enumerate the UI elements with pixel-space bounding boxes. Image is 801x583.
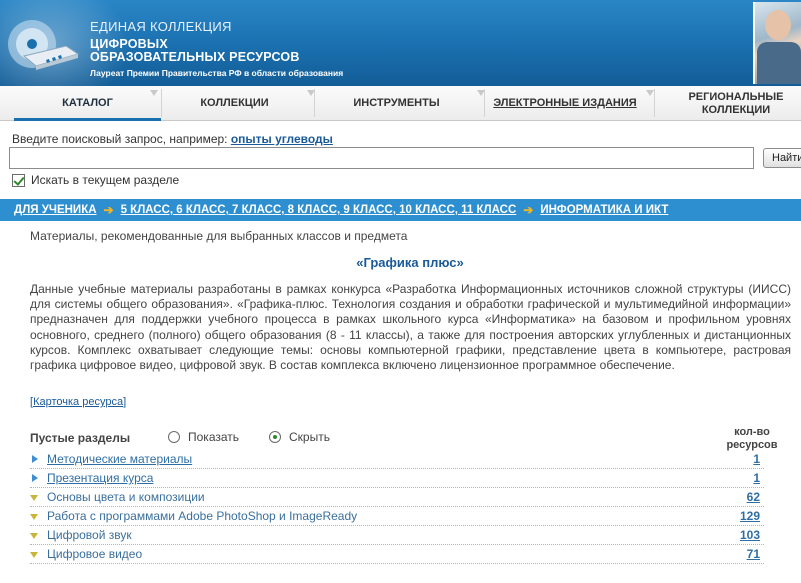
nav-collections-label: КОЛЛЕКЦИИ bbox=[200, 97, 269, 109]
section-count[interactable]: 1 bbox=[753, 452, 760, 466]
nav-catalog-arrow-icon bbox=[150, 90, 158, 96]
brand-line-2: ЦИФРОВЫХ ОБРАЗОВАТЕЛЬНЫХ РЕСУРСОВ bbox=[90, 38, 350, 64]
nav-catalog-label: КАТАЛОГ bbox=[62, 97, 113, 109]
search-example-link[interactable]: опыты углеводы bbox=[231, 132, 333, 146]
page-subtitle: Материалы, рекомендованные для выбранных… bbox=[30, 229, 408, 243]
brand-tagline: Лауреат Премии Правительства РФ в област… bbox=[90, 68, 344, 78]
search-input[interactable] bbox=[9, 147, 754, 169]
search-hint: Введите поисковый запрос, например: опыт… bbox=[12, 132, 333, 146]
nav-e-editions[interactable]: ЭЛЕКТРОННЫЕ ИЗДАНИЯ bbox=[484, 86, 646, 121]
photo-face bbox=[765, 10, 791, 40]
collection-logo-icon[interactable] bbox=[6, 10, 84, 74]
main-nav: КАТАЛОГ КОЛЛЕКЦИИ ИНСТРУМЕНТЫ ЭЛЕКТРОННЫ… bbox=[0, 86, 801, 121]
resource-card-link[interactable]: [Карточка ресурса] bbox=[30, 396, 126, 408]
show-radio[interactable] bbox=[168, 431, 180, 443]
section-count[interactable]: 1 bbox=[753, 471, 760, 485]
nav-regional-label-2: КОЛЛЕКЦИИ bbox=[701, 103, 771, 116]
search-hint-text: Введите поисковый запрос, например: bbox=[12, 132, 228, 146]
nav-tools[interactable]: ИНСТРУМЕНТЫ bbox=[314, 86, 479, 121]
nav-regional-label-1: РЕГИОНАЛЬНЫЕ bbox=[688, 90, 784, 103]
scope-checkbox[interactable] bbox=[12, 173, 25, 187]
collapse-arrow-icon[interactable] bbox=[30, 533, 38, 539]
section-name[interactable]: Методические материалы bbox=[47, 452, 192, 466]
count-header-line-1: кол-во bbox=[734, 426, 770, 438]
section-name[interactable]: Цифровое видео bbox=[47, 547, 142, 561]
section-name[interactable]: Цифровой звук bbox=[47, 528, 132, 542]
list-item[interactable]: Презентация курса 1 bbox=[30, 470, 764, 488]
breadcrumb: ДЛЯ УЧЕНИКА ➔ 5 КЛАСС, 6 КЛАСС, 7 КЛАСС,… bbox=[0, 199, 801, 221]
scope-label: Искать в текущем разделе bbox=[31, 173, 180, 187]
nav-e-editions-label: ЭЛЕКТРОННЫЕ ИЗДАНИЯ bbox=[493, 97, 637, 109]
hide-label: Скрыть bbox=[289, 430, 330, 444]
section-count[interactable]: 129 bbox=[740, 509, 760, 523]
nav-divider bbox=[654, 89, 655, 117]
show-empty-option[interactable]: Показать bbox=[168, 430, 239, 444]
list-item[interactable]: Основы цвета и композиции 62 bbox=[30, 489, 764, 507]
list-item[interactable]: Методические материалы 1 bbox=[30, 451, 764, 469]
breadcrumb-classes[interactable]: 5 КЛАСС, 6 КЛАСС, 7 КЛАСС, 8 КЛАСС, 9 КЛ… bbox=[121, 204, 517, 216]
list-item[interactable]: Работа с программами Adobe PhotoShop и I… bbox=[30, 508, 764, 526]
nav-e-editions-arrow-icon bbox=[646, 90, 654, 96]
resource-description: Данные учебные материалы разработаны в р… bbox=[30, 282, 791, 373]
page-title: «Графика плюс» bbox=[356, 255, 464, 270]
site-header: ЕДИНАЯ КОЛЛЕКЦИЯ ЦИФРОВЫХ ОБРАЗОВАТЕЛЬНЫ… bbox=[0, 0, 801, 86]
hide-radio[interactable] bbox=[269, 431, 281, 443]
header-photo bbox=[753, 2, 801, 84]
section-name[interactable]: Работа с программами Adobe PhotoShop и I… bbox=[47, 509, 357, 523]
breadcrumb-arrow-icon: ➔ bbox=[523, 203, 534, 217]
search-scope: Искать в текущем разделе bbox=[12, 173, 179, 187]
nav-regional[interactable]: РЕГИОНАЛЬНЫЕ КОЛЛЕКЦИИ bbox=[670, 86, 801, 121]
hide-empty-option[interactable]: Скрыть bbox=[269, 430, 330, 444]
empty-sections-label: Пустые разделы bbox=[30, 431, 131, 445]
breadcrumb-student[interactable]: ДЛЯ УЧЕНИКА bbox=[14, 204, 97, 216]
nav-active-indicator bbox=[14, 118, 161, 121]
list-item[interactable]: Цифровое видео 71 bbox=[30, 546, 764, 564]
section-count[interactable]: 71 bbox=[747, 547, 760, 561]
section-count[interactable]: 103 bbox=[740, 528, 760, 542]
show-label: Показать bbox=[188, 430, 240, 444]
section-count[interactable]: 62 bbox=[747, 490, 760, 504]
resource-card-link-text: Карточка ресурса bbox=[33, 396, 124, 408]
nav-collections[interactable]: КОЛЛЕКЦИИ bbox=[161, 86, 308, 121]
photo-shirt bbox=[757, 42, 801, 84]
section-name[interactable]: Основы цвета и композиции bbox=[47, 490, 205, 504]
expand-arrow-icon[interactable] bbox=[32, 455, 38, 463]
brand-line-2b: ОБРАЗОВАТЕЛЬНЫХ РЕСУРСОВ bbox=[90, 50, 300, 64]
nav-catalog[interactable]: КАТАЛОГ bbox=[14, 86, 161, 121]
nav-tools-label: ИНСТРУМЕНТЫ bbox=[353, 97, 440, 109]
breadcrumb-arrow-icon: ➔ bbox=[103, 203, 114, 217]
collapse-arrow-icon[interactable] bbox=[30, 514, 38, 520]
brand-line-1: ЕДИНАЯ КОЛЛЕКЦИЯ bbox=[90, 19, 232, 34]
expand-arrow-icon[interactable] bbox=[32, 474, 38, 482]
section-name[interactable]: Презентация курса bbox=[47, 471, 153, 485]
breadcrumb-subject[interactable]: ИНФОРМАТИКА И ИКТ bbox=[540, 204, 668, 216]
search-button[interactable]: Найти bbox=[763, 148, 801, 168]
list-item[interactable]: Цифровой звук 103 bbox=[30, 527, 764, 545]
collapse-arrow-icon[interactable] bbox=[30, 552, 38, 558]
collapse-arrow-icon[interactable] bbox=[30, 495, 38, 501]
count-column-header: кол-во ресурсов bbox=[722, 426, 782, 452]
